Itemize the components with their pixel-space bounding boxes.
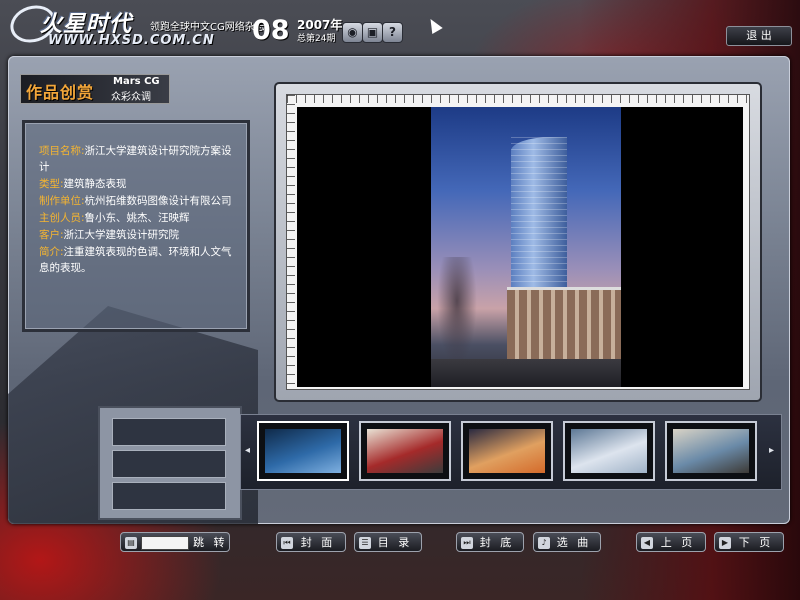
info-intro: 简介:注重建筑表现的色调、环境和人文气息的表现。	[39, 244, 239, 276]
info-maker-value: 杭州拓维数码图像设计有限公司	[84, 195, 232, 207]
issue-number: 08	[252, 15, 290, 46]
section-title-en: Mars CG	[113, 76, 160, 87]
cover-label: 封 面	[300, 536, 336, 549]
arrow-left-icon: ◀	[641, 537, 653, 549]
toc-icon: ☰	[359, 537, 371, 549]
info-intro-value: 注重建筑表现的色调、环境和人文气息的表现。	[39, 246, 232, 274]
section-title: 作品创赏 Mars CG 众彩众调	[20, 74, 170, 104]
jump-icon: ▤	[125, 537, 137, 549]
image-viewer	[274, 82, 762, 402]
last-page-icon: ⏭	[461, 537, 473, 549]
render-podium	[507, 287, 621, 368]
ruler-left	[287, 95, 295, 389]
cover-button[interactable]: ⏮ 封 面	[276, 532, 346, 552]
issue-total: 总第24期	[297, 34, 336, 44]
building-render-image[interactable]	[431, 107, 621, 387]
thumbnail-item[interactable]	[359, 421, 451, 481]
first-page-icon: ⏮	[281, 537, 293, 549]
thumbnail-image	[265, 429, 341, 473]
help-icon[interactable]: ?	[382, 22, 403, 43]
thumb-next-arrow[interactable]: ▸	[769, 445, 774, 456]
arrow-right-icon: ▶	[719, 537, 731, 549]
thumbnail-item[interactable]	[563, 421, 655, 481]
next-page-label: 下 页	[738, 536, 774, 549]
render-tree	[437, 257, 477, 367]
prev-page-label: 上 页	[660, 536, 696, 549]
music-label: 选 曲	[556, 536, 592, 549]
cube-icon[interactable]: ▣	[362, 22, 383, 43]
prev-page-button[interactable]: ◀ 上 页	[636, 532, 706, 552]
jump-label: 跳 转	[193, 536, 228, 549]
tagline: 领跑全球中文CG网络杂志	[150, 22, 265, 33]
thumbnail-item[interactable]	[665, 421, 757, 481]
render-ground	[431, 359, 621, 387]
info-intro-label: 简介:	[39, 246, 64, 258]
info-client: 客户:浙江大学建筑设计研究院	[39, 227, 239, 243]
info-type-value: 建筑静态表现	[63, 178, 127, 190]
thumb-prev-arrow[interactable]: ◂	[245, 445, 250, 456]
info-creators-value: 鲁小东、姚杰、汪映辉	[84, 212, 190, 224]
main-panel: 作品创赏 Mars CG 众彩众调 项目名称:浙江大学建筑设计研究院方案设计 类…	[8, 56, 790, 524]
info-client-value: 浙江大学建筑设计研究院	[63, 229, 180, 241]
page-number-input[interactable]	[141, 536, 189, 550]
thumbnail-image	[367, 429, 443, 473]
music-button[interactable]: ♪ 选 曲	[533, 532, 601, 552]
header: 火星时代 WWW.HXSD.COM.CN 领跑全球中文CG网络杂志 08 200…	[0, 0, 800, 52]
logo-url: WWW.HXSD.COM.CN	[48, 33, 215, 48]
thumbnail-strip: ◂ ▸	[240, 414, 782, 490]
info-type: 类型:建筑静态表现	[39, 176, 239, 192]
back-cover-label: 封 底	[479, 536, 515, 549]
next-page-button[interactable]: ▶ 下 页	[714, 532, 784, 552]
decor-building-facade	[98, 406, 242, 520]
info-client-label: 客户:	[39, 229, 64, 241]
info-type-label: 类型:	[39, 178, 64, 190]
thumbnail-image	[571, 429, 647, 473]
info-maker: 制作单位:杭州拓维数码图像设计有限公司	[39, 193, 239, 209]
speaker-icon: ♪	[538, 537, 550, 549]
ruler-top	[287, 95, 749, 103]
thumbnail-item[interactable]	[257, 421, 349, 481]
render-sheet	[286, 94, 750, 390]
toc-label: 目 录	[377, 536, 413, 549]
info-project: 项目名称:浙江大学建筑设计研究院方案设计	[39, 143, 239, 175]
disc-icon[interactable]: ◉	[342, 22, 363, 43]
footer-nav: ▤ 跳 转 ⏮ 封 面 ☰ 目 录 ⏭ 封 底 ♪ 选 曲 ◀ 上 页 ▶ 下 …	[0, 524, 800, 564]
thumbnail-image	[673, 429, 749, 473]
jump-control[interactable]: ▤ 跳 转	[120, 532, 230, 552]
mouse-cursor-icon	[425, 15, 443, 35]
info-project-label: 项目名称:	[39, 145, 85, 157]
section-title-zh: 作品创赏	[26, 83, 95, 102]
info-creators: 主创人员:鲁小东、姚杰、汪映辉	[39, 210, 239, 226]
info-maker-label: 制作单位:	[39, 195, 85, 207]
info-creators-label: 主创人员:	[39, 212, 85, 224]
thumbnail-image	[469, 429, 545, 473]
exit-button[interactable]: 退 出	[726, 26, 792, 46]
toc-button[interactable]: ☰ 目 录	[354, 532, 422, 552]
thumbnail-item[interactable]	[461, 421, 553, 481]
render-canvas	[297, 107, 743, 387]
section-subtitle: 众彩众调	[111, 92, 151, 103]
project-info-box: 项目名称:浙江大学建筑设计研究院方案设计 类型:建筑静态表现 制作单位:杭州拓维…	[22, 120, 250, 332]
back-cover-button[interactable]: ⏭ 封 底	[456, 532, 524, 552]
